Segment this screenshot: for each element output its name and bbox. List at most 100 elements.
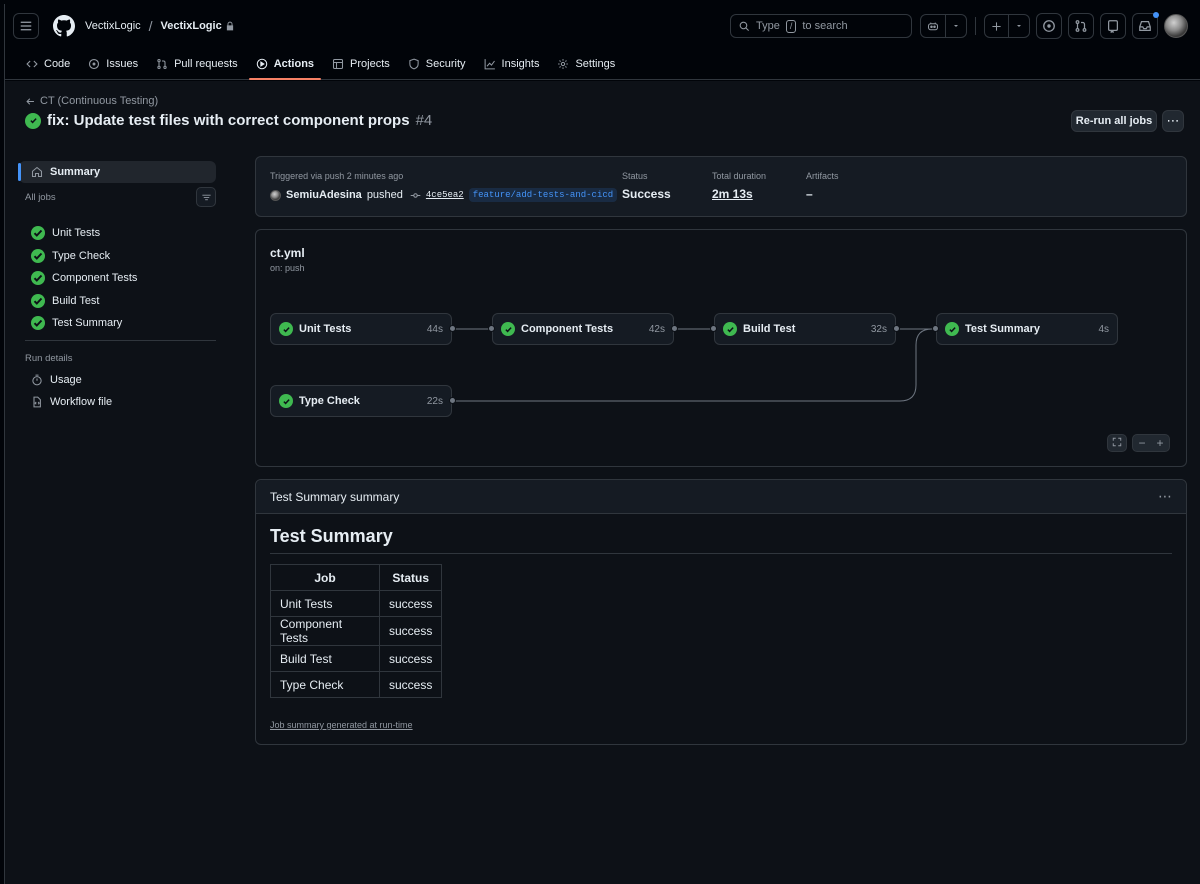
job-duration: 22s (426, 395, 443, 407)
sidebar-job-component-tests[interactable]: Component Tests (19, 267, 216, 289)
job-summary-card: Test Summary summary ⋯ Test Summary Job … (255, 479, 1187, 745)
zoom-out-button[interactable]: − (1133, 436, 1151, 450)
artifacts-label: Artifacts (806, 171, 839, 181)
hamburger-menu-button[interactable] (13, 13, 39, 39)
tab-actions[interactable]: Actions (247, 48, 323, 80)
tab-projects[interactable]: Projects (323, 48, 399, 79)
success-check-icon (31, 226, 45, 240)
sidebar-item-usage[interactable]: Usage (19, 369, 216, 391)
column-header: Status (378, 564, 443, 591)
kebab-horizontal-icon: ⋯ (1166, 113, 1180, 128)
table-row: Unit Tests success (270, 590, 443, 617)
success-check-icon (501, 322, 515, 336)
search-input[interactable]: Type / to search (730, 14, 912, 38)
stopwatch-icon (32, 374, 42, 386)
inbox-button[interactable] (1132, 12, 1159, 39)
tab-issues[interactable]: Issues (79, 48, 147, 79)
success-check-icon (25, 112, 41, 129)
status-label: Status (622, 171, 648, 181)
sidebar-job-test-summary[interactable]: Test Summary (19, 312, 216, 334)
summary-card-header: Test Summary summary ⋯ (256, 480, 1186, 514)
tab-label: Issues (106, 57, 139, 70)
filter-button[interactable] (196, 187, 216, 207)
tab-security[interactable]: Security (399, 48, 475, 79)
kebab-horizontal-icon[interactable]: ⋯ (1158, 488, 1172, 505)
run-number: #4 (415, 112, 433, 129)
tab-insights[interactable]: Insights (475, 48, 549, 79)
job-node-unit-tests[interactable]: Unit Tests 44s (270, 313, 452, 345)
sidebar-item-summary[interactable]: Summary (18, 161, 216, 183)
chevron-down-icon[interactable] (1008, 15, 1029, 37)
all-jobs-label: All jobs (25, 191, 56, 203)
tab-label: Settings (575, 57, 616, 70)
fullscreen-button[interactable] (1107, 434, 1127, 452)
user-avatar[interactable] (1164, 14, 1188, 38)
tab-label: Insights (501, 57, 540, 70)
github-logo-icon[interactable] (53, 15, 75, 37)
job-node-type-check[interactable]: Type Check 22s (270, 385, 452, 417)
run-sidebar: Summary All jobs Unit Tests Type Check C… (18, 161, 216, 413)
summary-table: Job Status Unit Tests success Component … (270, 564, 443, 698)
summary-card-title: Test Summary summary (270, 489, 400, 504)
issues-shortcut-button[interactable] (1036, 13, 1062, 39)
org-link[interactable]: VectixLogic (85, 20, 141, 32)
sidebar-job-type-check[interactable]: Type Check (19, 245, 216, 267)
success-check-icon (31, 293, 45, 308)
sidebar-item-label: Workflow file (50, 396, 113, 408)
summary-heading: Test Summary (270, 526, 1172, 554)
sidebar-item-workflow-file[interactable]: Workflow file (19, 391, 216, 413)
summary-footer-link[interactable]: Job summary generated at run-time (270, 720, 413, 730)
header-divider (975, 17, 976, 35)
sidebar-job-build-test[interactable]: Build Test (19, 290, 216, 312)
tab-label: Pull requests (174, 57, 238, 70)
connector-knob (488, 325, 495, 332)
tab-label: Security (425, 57, 466, 70)
table-row: Component Tests success (270, 616, 443, 646)
run-details-label: Run details (25, 352, 73, 364)
create-new-button[interactable] (984, 14, 1030, 38)
commit-sha-link[interactable]: 4ce5ea2 (426, 190, 464, 200)
gear-icon (558, 58, 569, 69)
issue-icon (1043, 20, 1055, 32)
job-node-component-tests[interactable]: Component Tests 42s (492, 313, 674, 345)
success-check-icon (945, 322, 959, 336)
job-node-test-summary[interactable]: Test Summary 4s (936, 313, 1118, 345)
tab-code[interactable]: Code (17, 48, 79, 79)
play-icon (256, 58, 267, 69)
pull-requests-shortcut-button[interactable] (1068, 13, 1094, 39)
repo-link[interactable]: VectixLogic (161, 20, 222, 32)
workflow-run-page: CT (Continuous Testing) fix: Update test… (5, 81, 1200, 884)
table-cell: success (378, 616, 443, 646)
table-cell: Type Check (270, 671, 380, 698)
sidebar-job-unit-tests[interactable]: Unit Tests (19, 222, 216, 244)
zoom-in-button[interactable]: + (1151, 436, 1169, 450)
connector-knob (710, 325, 717, 332)
graph-icon (484, 58, 495, 69)
fullscreen-icon (1108, 436, 1126, 450)
header-actions (920, 12, 1188, 39)
tab-pull-requests[interactable]: Pull requests (147, 48, 247, 79)
branch-label[interactable]: feature/add-tests-and-cicd (468, 188, 618, 202)
filter-icon (201, 194, 211, 200)
duration-value[interactable]: 2m 13s (712, 187, 753, 201)
actor-name[interactable]: SemiuAdesina (286, 189, 362, 201)
kebab-menu-button[interactable]: ⋯ (1162, 110, 1184, 132)
copilot-button[interactable] (920, 14, 967, 38)
repositories-shortcut-button[interactable] (1100, 13, 1126, 39)
tab-settings[interactable]: Settings (548, 48, 624, 79)
workflow-back-link[interactable]: CT (Continuous Testing) (25, 95, 158, 107)
job-node-build-test[interactable]: Build Test 32s (714, 313, 896, 345)
actor-avatar[interactable] (270, 189, 281, 201)
table-cell: Component Tests (270, 616, 380, 646)
page-title: fix: Update test files with correct comp… (25, 112, 432, 129)
search-placeholder-post: to search (802, 20, 848, 32)
chevron-down-icon[interactable] (945, 15, 966, 37)
copilot-icon (921, 15, 945, 37)
trigger-text: Triggered via push 2 minutes ago (270, 171, 404, 181)
global-header: VectixLogic / VectixLogic Type / to sear… (5, 4, 1200, 48)
success-check-icon (31, 271, 45, 285)
table-cell: Unit Tests (270, 590, 380, 617)
code-icon (26, 60, 38, 67)
rerun-all-jobs-button[interactable]: Re-run all jobs (1071, 110, 1157, 132)
connector-knob (671, 325, 678, 332)
